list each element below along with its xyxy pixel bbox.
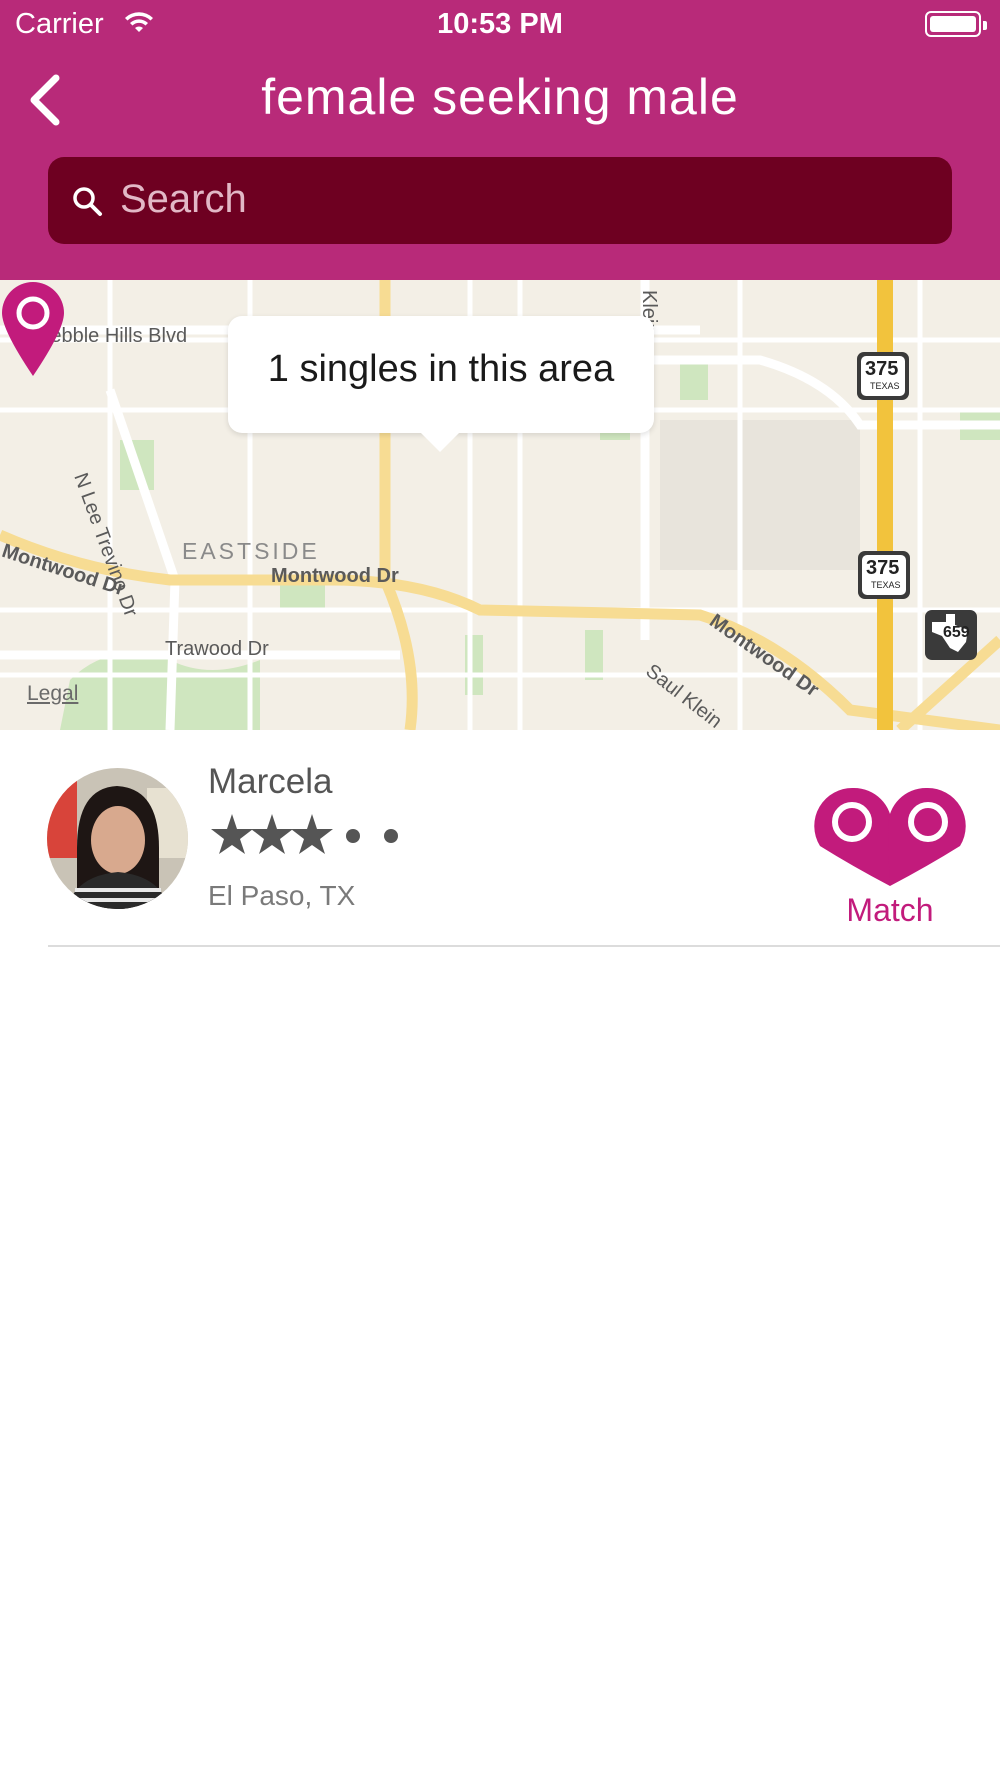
page-title: female seeking male [261,69,739,125]
street-label: Montwood Dr [271,565,399,587]
profile-name: Marcela [208,762,333,801]
empty-star-dot [346,829,360,843]
search-placeholder: Search [120,177,247,221]
star-icon [291,814,333,854]
map-callout[interactable]: 1 singles in this area [228,316,654,433]
status-time: 10:53 PM [437,8,563,40]
header: Carrier 10:53 PM female seeking male Sea… [0,0,1000,280]
profile-location: El Paso, TX [208,880,356,911]
star-rating [211,814,398,854]
star-icon [251,814,293,854]
star-icon [211,814,253,854]
list-item[interactable]: Marcela El Paso, TX Match [0,730,1000,947]
empty-star-dot [384,829,398,843]
map-view[interactable]: Pebble Hills Blvd N Lee Trevino Dr EASTS… [0,280,1000,730]
screen: Carrier 10:53 PM female seeking male Sea… [0,0,1000,1778]
legal-link[interactable]: Legal [27,682,78,706]
shield-state: TEXAS [871,580,901,590]
shield-state: TEXAS [870,381,900,391]
status-bar: Carrier 10:53 PM [0,0,1000,50]
shield-number: 659 [943,624,970,641]
shield-number: 375 [866,557,900,579]
neighborhood-label: EASTSIDE [182,538,320,564]
match-button-label[interactable]: Match [812,892,968,929]
callout-tail [418,430,462,452]
search-icon [73,187,102,216]
shield-number: 375 [865,358,899,380]
match-pins-icon[interactable] [812,786,968,906]
battery-icon [925,11,987,37]
callout-text: 1 singles in this area [267,348,615,390]
street-label: Trawood Dr [165,638,269,660]
row-divider [48,945,1000,947]
avatar [47,768,188,909]
map-pin-icon[interactable] [0,280,66,378]
search-input[interactable]: Search [48,157,952,244]
